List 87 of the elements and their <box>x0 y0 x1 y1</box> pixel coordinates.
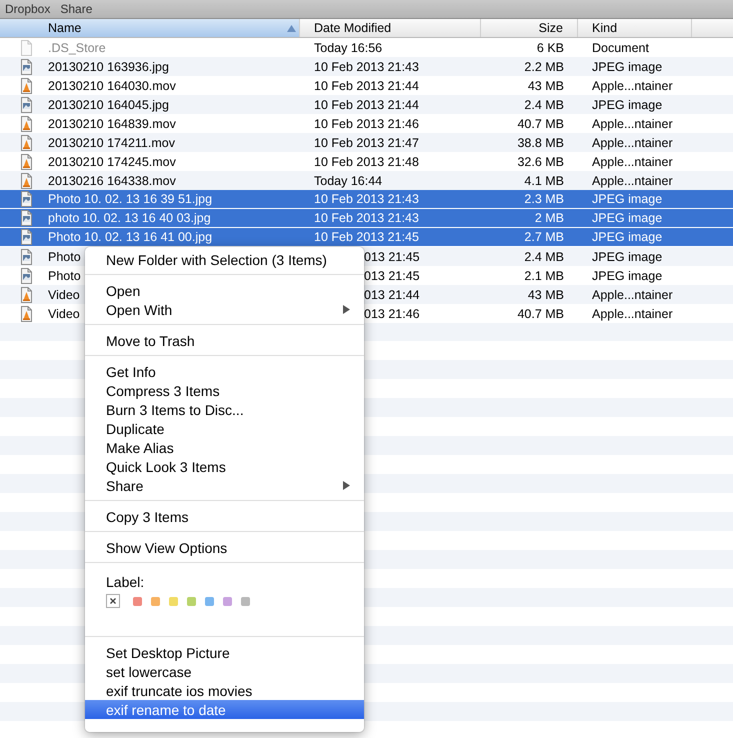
file-kind: Apple...ntainer <box>592 288 673 302</box>
file-size: 2.4 MB <box>524 250 564 264</box>
menu-item[interactable]: exif truncate ios movies <box>85 681 364 700</box>
date-modified: 10 Feb 2013 21:47 <box>314 136 419 150</box>
menu-item[interactable]: Quick Look 3 Items <box>85 457 364 476</box>
file-size: 32.6 MB <box>517 154 564 168</box>
file-size: 2.2 MB <box>524 60 564 74</box>
menu-item[interactable]: Move to Trash <box>85 331 364 350</box>
date-modified: 10 Feb 2013 21:44 <box>314 78 419 92</box>
file-size: 2.4 MB <box>524 98 564 112</box>
date-modified: 013 21:44 <box>364 288 420 302</box>
file-kind: JPEG image <box>592 60 662 74</box>
file-name: .DS_Store <box>48 40 106 54</box>
file-kind: Apple...ntainer <box>592 136 673 150</box>
file-size: 6 KB <box>536 40 564 54</box>
file-kind: Apple...ntainer <box>592 306 673 320</box>
date-modified: 10 Feb 2013 21:43 <box>314 60 419 74</box>
date-modified: 013 21:45 <box>364 268 420 282</box>
date-modified: 10 Feb 2013 21:46 <box>314 116 419 130</box>
file-kind: Apple...ntainer <box>592 174 673 188</box>
file-kind: Document <box>592 40 649 54</box>
file-size: 40.7 MB <box>517 306 564 320</box>
file-size: 43 MB <box>528 78 564 92</box>
menu-item[interactable]: Get Info <box>85 362 364 381</box>
file-name: photo 10. 02. 13 16 40 03.jpg <box>48 211 211 225</box>
file-kind: JPEG image <box>592 211 662 225</box>
menu-item[interactable]: Copy 3 Items <box>85 507 364 526</box>
date-modified: 10 Feb 2013 21:45 <box>314 230 419 244</box>
file-kind: Apple...ntainer <box>592 154 673 168</box>
file-kind: JPEG image <box>592 98 662 112</box>
file-name: 20130210 164030.mov <box>48 78 176 92</box>
selected-row[interactable]: Photo 10. 02. 13 16 39 51.jpg 10 Feb 2013 21:43 2.3 MB JPEG image <box>0 190 733 209</box>
menu-item[interactable]: Set Desktop Picture <box>85 643 364 662</box>
label-heading: Label: <box>106 572 146 591</box>
file-size: 38.8 MB <box>517 136 564 150</box>
file-name: Video <box>48 306 80 320</box>
file-size: 40.7 MB <box>517 116 564 130</box>
column-header[interactable]: Date Modified <box>300 19 481 37</box>
column-header[interactable]: Kind <box>578 19 692 37</box>
file-kind: Apple...ntainer <box>592 116 673 130</box>
toolbar-button[interactable]: Share <box>60 2 92 16</box>
menu-item[interactable]: Share <box>85 476 364 495</box>
file-name: Photo <box>48 268 81 282</box>
date-modified: 013 21:46 <box>364 306 420 320</box>
menu-item[interactable]: set lowercase <box>85 662 364 681</box>
file-name: 20130210 163936.jpg <box>48 60 169 74</box>
file-size: 2.3 MB <box>524 192 564 206</box>
date-modified: 10 Feb 2013 21:44 <box>314 98 419 112</box>
file-size: 2.7 MB <box>524 230 564 244</box>
date-modified: Today 16:56 <box>314 40 382 54</box>
file-size: 2.1 MB <box>524 268 564 282</box>
menu-item[interactable]: Open With <box>85 300 364 319</box>
selected-row[interactable]: Photo 10. 02. 13 16 41 00.jpg 10 Feb 2013 21:45 2.7 MB JPEG image <box>0 228 733 247</box>
date-modified: Today 16:44 <box>314 174 382 188</box>
file-name: 20130216 164338.mov <box>48 174 176 188</box>
menu-item[interactable]: Burn 3 Items to Disc... <box>85 400 364 419</box>
file-name: 20130210 164045.jpg <box>48 98 169 112</box>
menu-item[interactable]: Show View Options <box>85 538 364 557</box>
menu-item[interactable]: Open <box>85 281 364 300</box>
menu-item[interactable]: New Folder with Selection (3 Items) <box>85 250 364 269</box>
file-name: 20130210 174211.mov <box>48 136 175 150</box>
column-header[interactable]: Size <box>481 19 578 37</box>
menu-item[interactable]: Make Alias <box>85 438 364 457</box>
file-size: 2 MB <box>534 211 564 225</box>
file-name: Photo <box>48 250 81 264</box>
file-kind: JPEG image <box>592 230 662 244</box>
selected-row[interactable]: photo 10. 02. 13 16 40 03.jpg 10 Feb 2013 21:43 2 MB JPEG image <box>0 209 733 228</box>
file-kind: Apple...ntainer <box>592 78 673 92</box>
file-name: 20130210 164839.mov <box>48 116 176 130</box>
toolbar-button[interactable]: Dropbox <box>5 2 50 16</box>
menu-item[interactable]: Duplicate <box>85 419 364 438</box>
date-modified: 10 Feb 2013 21:43 <box>314 192 419 206</box>
file-name: 20130210 174245.mov <box>48 154 176 168</box>
date-modified: 10 Feb 2013 21:48 <box>314 154 419 168</box>
date-modified: 10 Feb 2013 21:43 <box>314 211 419 225</box>
file-name: Photo 10. 02. 13 16 41 00.jpg <box>48 230 212 244</box>
file-name: Video <box>48 288 80 302</box>
column-header[interactable]: Name <box>0 19 300 37</box>
date-modified: 013 21:45 <box>364 250 420 264</box>
file-kind: JPEG image <box>592 268 662 282</box>
menu-item[interactable]: exif rename to date <box>85 700 364 719</box>
menu-item[interactable]: Compress 3 Items <box>85 381 364 400</box>
file-size: 43 MB <box>528 288 564 302</box>
file-kind: JPEG image <box>592 250 662 264</box>
file-name: Photo 10. 02. 13 16 39 51.jpg <box>48 192 212 206</box>
file-size: 4.1 MB <box>524 174 564 188</box>
file-kind: JPEG image <box>592 192 662 206</box>
